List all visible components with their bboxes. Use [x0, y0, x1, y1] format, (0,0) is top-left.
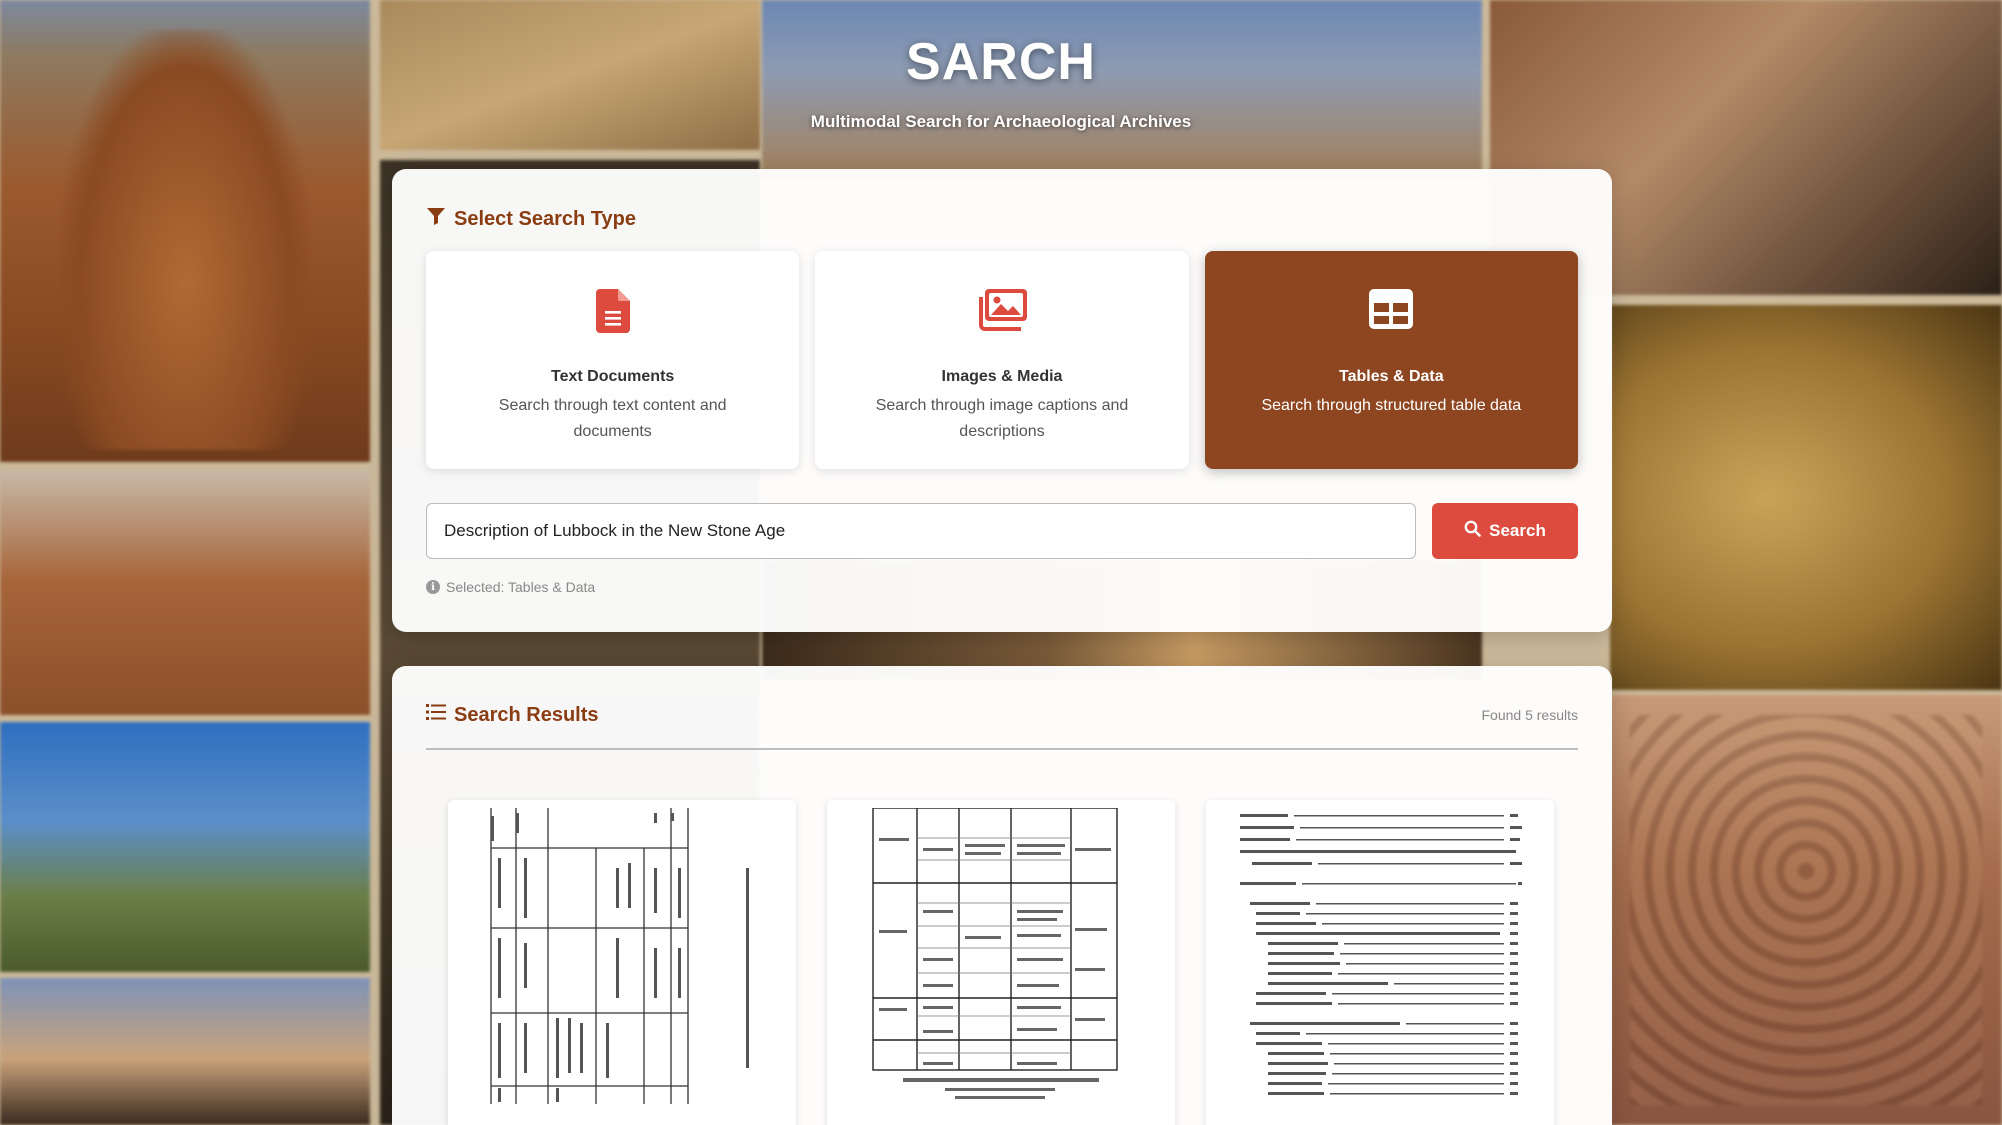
- search-button-label: Search: [1489, 521, 1546, 540]
- info-icon: i: [426, 580, 440, 594]
- results-heading-text: Search Results: [454, 703, 599, 726]
- temple-gopuram-photo: [0, 470, 370, 715]
- result-card[interactable]: [827, 800, 1175, 1125]
- type-card-title: Tables & Data: [1339, 368, 1444, 385]
- stone-relief-photo: [1610, 695, 2002, 1125]
- search-icon: [1464, 520, 1481, 542]
- search-button[interactable]: Search: [1432, 503, 1578, 559]
- filter-icon: [426, 207, 446, 231]
- images-icon: [815, 289, 1188, 335]
- file-text-icon: [426, 289, 799, 335]
- type-card-title: Images & Media: [941, 368, 1063, 385]
- results-grid: [448, 800, 1556, 1125]
- list-icon: [426, 703, 446, 727]
- results-heading: Search Results: [426, 703, 599, 727]
- app-subtitle: Multimodal Search for Archaeological Arc…: [810, 112, 1192, 131]
- temple-sunset-photo: [0, 978, 370, 1125]
- results-count: Found 5 results: [1481, 707, 1579, 723]
- type-card-images-media[interactable]: Images & Media Search through image capt…: [815, 251, 1189, 469]
- results-panel: Search Results Found 5 results: [392, 666, 1612, 1125]
- selected-type-text: Selected: Tables & Data: [446, 579, 596, 595]
- selected-type-note: i Selected: Tables & Data: [426, 579, 595, 595]
- search-type-heading-text: Select Search Type: [454, 207, 636, 230]
- results-divider: [426, 748, 1578, 750]
- header: SARCH Multimodal Search for Archaeologic…: [0, 0, 2002, 170]
- type-card-description: Search through structured table data: [1261, 397, 1522, 414]
- search-type-heading: Select Search Type: [426, 207, 636, 231]
- search-input[interactable]: [426, 503, 1416, 559]
- app-title: SARCH: [906, 33, 1096, 91]
- result-card[interactable]: [448, 800, 796, 1125]
- result-card[interactable]: [1206, 800, 1554, 1125]
- temple-palm-photo: [0, 722, 370, 972]
- type-card-title: Text Documents: [551, 368, 675, 385]
- result-thumbnail: [835, 808, 1167, 1104]
- search-panel: Select Search Type Text Documents Search…: [392, 169, 1612, 632]
- result-thumbnail: [1214, 808, 1546, 1104]
- table-icon: [1205, 289, 1578, 335]
- type-card-description: Search through image captions and descri…: [875, 397, 1129, 440]
- type-card-description: Search through text content and document…: [498, 397, 727, 440]
- search-type-options: Text Documents Search through text conte…: [426, 251, 1578, 469]
- type-card-text-documents[interactable]: Text Documents Search through text conte…: [426, 251, 800, 469]
- result-thumbnail: [456, 808, 788, 1104]
- manuscript-photo: [1610, 305, 2002, 690]
- type-card-tables-data[interactable]: Tables & Data Search through structured …: [1204, 251, 1578, 469]
